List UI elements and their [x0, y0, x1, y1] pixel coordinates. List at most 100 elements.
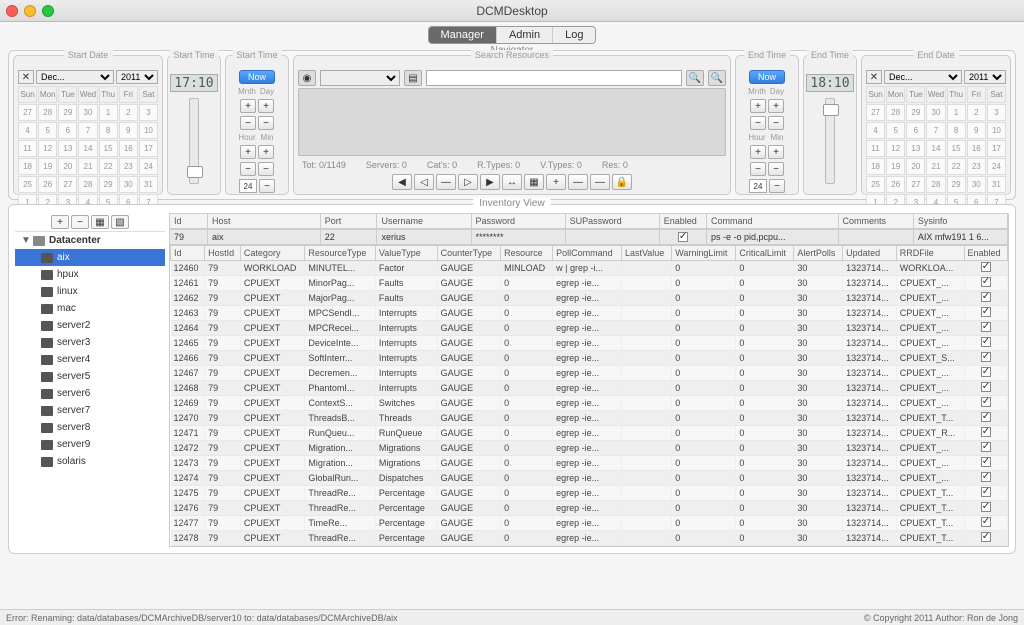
close-button[interactable] [6, 5, 18, 17]
column-header[interactable]: Id [171, 246, 205, 261]
calendar-day[interactable]: 25 [866, 176, 885, 193]
search-toolbar-button[interactable]: ↔ [502, 174, 522, 190]
column-header[interactable]: CounterType [437, 246, 500, 261]
calendar-day[interactable]: 26 [886, 176, 905, 193]
calendar-day[interactable]: 2 [967, 104, 986, 121]
end-year-select[interactable]: 2011 [964, 70, 1006, 84]
table-row[interactable]: 1246079WORKLOADMINUTEL...FactorGAUGEMINL… [171, 261, 1008, 276]
calendar-day[interactable]: 15 [99, 140, 118, 157]
tree-root[interactable]: ▼Datacenter [15, 232, 165, 249]
table-row[interactable]: 1247179CPUEXTRunQueu...RunQueueGAUGE0egr… [171, 426, 1008, 441]
tree-host-server3[interactable]: server3 [15, 334, 165, 351]
tree-host-mac[interactable]: mac [15, 300, 165, 317]
tree-host-server8[interactable]: server8 [15, 419, 165, 436]
column-header[interactable]: AlertPolls [794, 246, 843, 261]
hour-minus[interactable]: − [240, 162, 256, 176]
start-time-slider[interactable] [189, 98, 199, 184]
start-date-clear[interactable]: ✕ [18, 70, 34, 84]
tree-tool-button[interactable]: ▦ [91, 215, 109, 229]
end-now-button[interactable]: Now [749, 70, 785, 84]
table-row[interactable]: 1246879CPUEXTPhantomI...InterruptsGAUGE0… [171, 381, 1008, 396]
search-toolbar-button[interactable]: — [568, 174, 588, 190]
column-header[interactable]: Enabled [964, 246, 1007, 261]
calendar-day[interactable]: 8 [99, 122, 118, 139]
calendar-day[interactable]: 12 [886, 140, 905, 157]
step-box[interactable]: 24 [239, 179, 257, 193]
mnth-plus[interactable]: + [240, 99, 256, 113]
globe-icon[interactable]: ◉ [298, 70, 316, 86]
calendar-day[interactable]: 30 [967, 176, 986, 193]
tree-host-hpux[interactable]: hpux [15, 266, 165, 283]
table-row[interactable]: 1247679CPUEXTThreadRe...PercentageGAUGE0… [171, 501, 1008, 516]
end-date-clear[interactable]: ✕ [866, 70, 882, 84]
search-toolbar-button[interactable]: ▶ [480, 174, 500, 190]
calendar-day[interactable]: 31 [987, 176, 1006, 193]
column-header[interactable]: WarningLimit [672, 246, 736, 261]
calendar-day[interactable]: 25 [18, 176, 37, 193]
calendar-day[interactable]: 20 [906, 158, 925, 175]
calendar-day[interactable]: 16 [119, 140, 138, 157]
filter-icon[interactable]: ▤ [404, 70, 422, 86]
search-select-1[interactable] [320, 70, 400, 86]
calendar-day[interactable]: 19 [38, 158, 57, 175]
calendar-day[interactable]: 13 [906, 140, 925, 157]
calendar-day[interactable]: 16 [967, 140, 986, 157]
calendar-day[interactable]: 14 [926, 140, 945, 157]
calendar-day[interactable]: 10 [139, 122, 158, 139]
start-year-select[interactable]: 2011 [116, 70, 158, 84]
tree-tool-button[interactable]: ▧ [111, 215, 129, 229]
calendar-day[interactable]: 27 [18, 104, 37, 121]
column-header[interactable]: LastValue [621, 246, 671, 261]
calendar-day[interactable]: 17 [139, 140, 158, 157]
day-plus[interactable]: + [258, 99, 274, 113]
tree-tool-button[interactable]: − [71, 215, 89, 229]
calendar-day[interactable]: 6 [58, 122, 77, 139]
calendar-day[interactable]: 30 [119, 176, 138, 193]
calendar-day[interactable]: 3 [139, 104, 158, 121]
calendar-day[interactable]: 29 [906, 104, 925, 121]
calendar-day[interactable]: 24 [987, 158, 1006, 175]
calendar-day[interactable]: 17 [987, 140, 1006, 157]
search-toolbar-button[interactable]: — [590, 174, 610, 190]
search-toolbar-button[interactable]: ◁ [414, 174, 434, 190]
tab-admin[interactable]: Admin [496, 27, 552, 43]
calendar-day[interactable]: 4 [866, 122, 885, 139]
table-row[interactable]: 1247479CPUEXTGlobalRun...DispatchesGAUGE… [171, 471, 1008, 486]
calendar-day[interactable]: 21 [78, 158, 97, 175]
table-row[interactable]: 1247379CPUEXTMigration...MigrationsGAUGE… [171, 456, 1008, 471]
calendar-day[interactable]: 2 [119, 104, 138, 121]
calendar-day[interactable]: 5 [38, 122, 57, 139]
tree-host-linux[interactable]: linux [15, 283, 165, 300]
calendar-day[interactable]: 6 [906, 122, 925, 139]
search-toolbar-button[interactable]: ▷ [458, 174, 478, 190]
table-row[interactable]: 1247579CPUEXTThreadRe...PercentageGAUGE0… [171, 486, 1008, 501]
minimize-button[interactable] [24, 5, 36, 17]
calendar-day[interactable]: 21 [926, 158, 945, 175]
calendar-day[interactable]: 22 [947, 158, 966, 175]
calendar-day[interactable]: 7 [78, 122, 97, 139]
calendar-day[interactable]: 26 [38, 176, 57, 193]
table-row[interactable]: 1246179CPUEXTMinorPag...FaultsGAUGE0egre… [171, 276, 1008, 291]
tree-host-server9[interactable]: server9 [15, 436, 165, 453]
calendar-day[interactable]: 23 [967, 158, 986, 175]
min-plus[interactable]: + [258, 145, 274, 159]
table-row[interactable]: 1247979CPUEXTThreadRe...PercentageGAUGE0… [171, 546, 1008, 548]
search-icon[interactable]: 🔍 [686, 70, 704, 86]
column-header[interactable]: PollCommand [553, 246, 622, 261]
table-row[interactable]: 1246579CPUEXTDeviceInte...InterruptsGAUG… [171, 336, 1008, 351]
tree-host-server6[interactable]: server6 [15, 385, 165, 402]
calendar-day[interactable]: 28 [926, 176, 945, 193]
search-toolbar-button[interactable]: ▦ [524, 174, 544, 190]
calendar-day[interactable]: 5 [886, 122, 905, 139]
table-row[interactable]: 1246779CPUEXTDecremen...InterruptsGAUGE0… [171, 366, 1008, 381]
calendar-day[interactable]: 29 [947, 176, 966, 193]
tree-host-solaris[interactable]: solaris [15, 453, 165, 470]
tab-log[interactable]: Log [552, 27, 595, 43]
calendar-day[interactable]: 15 [947, 140, 966, 157]
tree-host-server7[interactable]: server7 [15, 402, 165, 419]
min-minus[interactable]: − [258, 162, 274, 176]
mnth-minus[interactable]: − [240, 116, 256, 130]
search-toolbar-button[interactable]: 🔒 [612, 174, 632, 190]
calendar-day[interactable]: 18 [866, 158, 885, 175]
end-month-select[interactable]: Dec... [884, 70, 962, 84]
